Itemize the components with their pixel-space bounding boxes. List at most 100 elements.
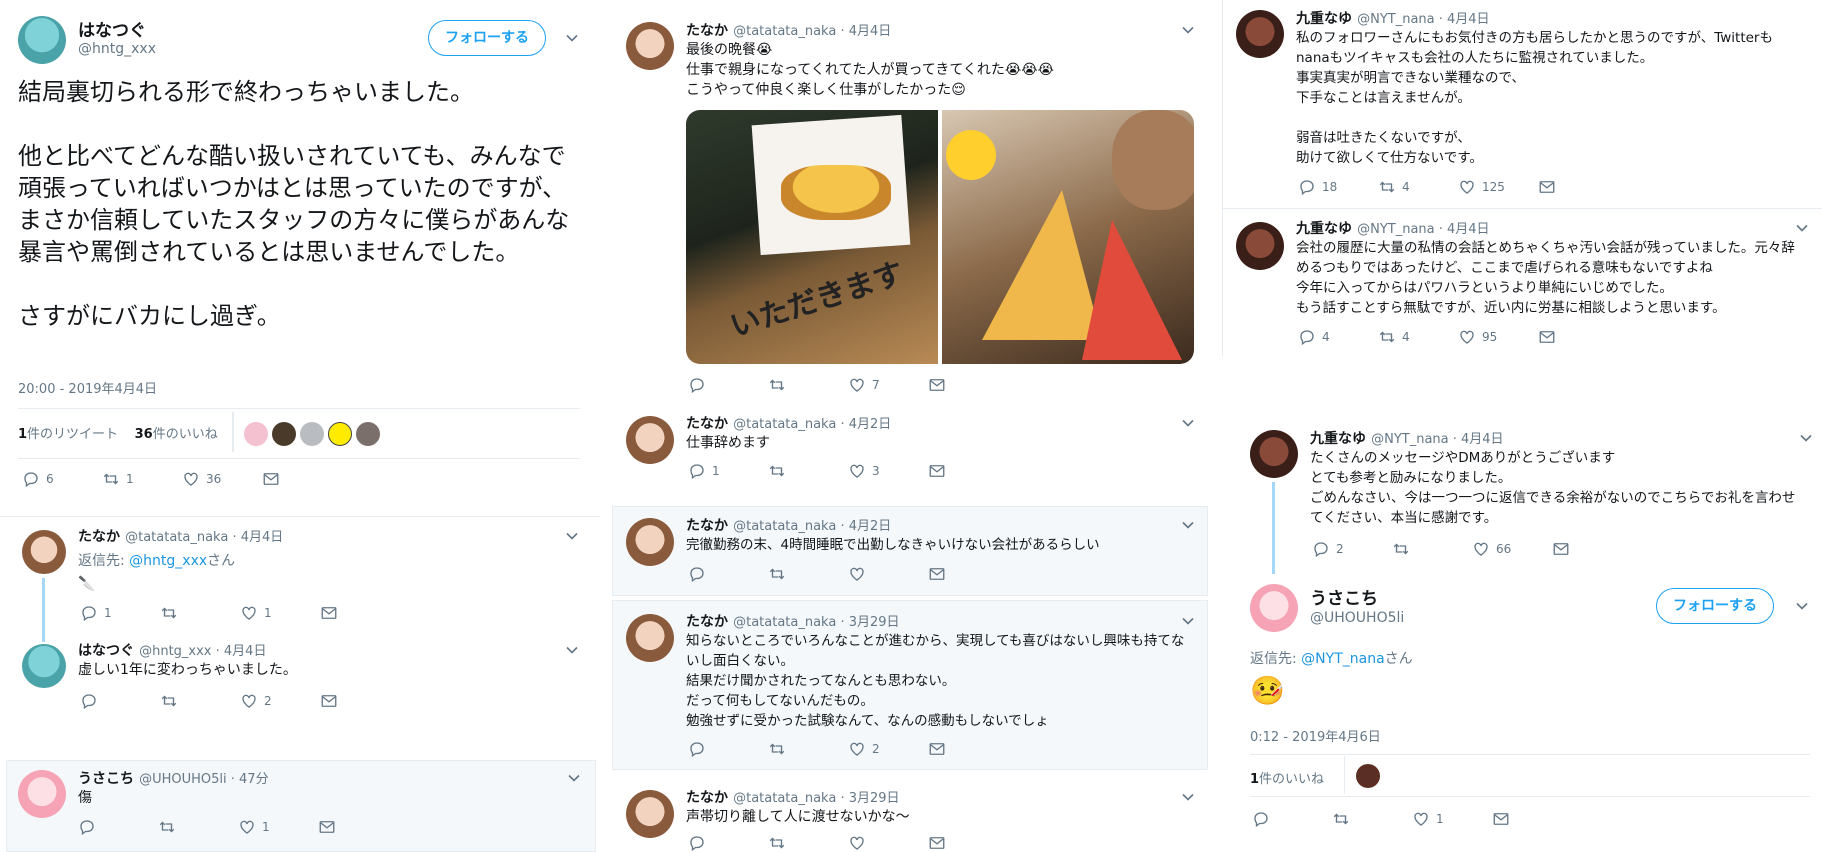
chevron-down-icon[interactable] bbox=[1178, 611, 1198, 631]
dm-button[interactable] bbox=[928, 376, 1008, 394]
chevron-down-icon[interactable] bbox=[1178, 515, 1198, 535]
retweet-button[interactable] bbox=[768, 565, 848, 583]
reply-button[interactable] bbox=[688, 740, 768, 758]
like-button[interactable]: 7 bbox=[848, 376, 928, 394]
author-meta[interactable]: @NYT_nana · 4月4日 bbox=[1357, 222, 1489, 237]
retweet-button[interactable] bbox=[160, 604, 240, 622]
author-meta[interactable]: @hntg_xxx · 4月4日 bbox=[139, 644, 266, 659]
chevron-down-icon[interactable] bbox=[564, 768, 584, 788]
chevron-down-icon[interactable] bbox=[1178, 787, 1198, 807]
avatar[interactable] bbox=[1236, 10, 1284, 58]
chevron-down-icon[interactable] bbox=[1178, 413, 1198, 433]
chevron-down-icon[interactable] bbox=[562, 28, 582, 48]
author-name[interactable]: 九重なゆ bbox=[1296, 11, 1352, 27]
dm-button[interactable] bbox=[928, 740, 1008, 758]
follow-button[interactable]: フォローする bbox=[428, 20, 546, 56]
retweet-button[interactable] bbox=[768, 834, 848, 852]
like-button[interactable]: 125 bbox=[1458, 178, 1538, 196]
avatar[interactable] bbox=[18, 16, 66, 64]
like-button[interactable]: 36 bbox=[182, 470, 262, 488]
retweet-stats[interactable]: 1件のリツイート 36件のいいね bbox=[18, 423, 218, 442]
avatar[interactable] bbox=[626, 614, 674, 662]
reply-button[interactable]: 4 bbox=[1298, 328, 1378, 346]
chevron-down-icon[interactable] bbox=[562, 526, 582, 546]
reply-to-link[interactable]: @hntg_xxx bbox=[129, 553, 207, 569]
reply-button[interactable]: 6 bbox=[22, 470, 102, 488]
author-meta[interactable]: @NYT_nana · 4月4日 bbox=[1357, 12, 1489, 27]
reply-button[interactable] bbox=[688, 834, 768, 852]
dm-button[interactable] bbox=[928, 834, 1008, 852]
reply-button[interactable] bbox=[78, 818, 158, 836]
reply-button[interactable] bbox=[688, 565, 768, 583]
chevron-down-icon[interactable] bbox=[562, 640, 582, 660]
avatar[interactable] bbox=[18, 770, 66, 818]
author-meta[interactable]: @tatatata_naka · 4月2日 bbox=[733, 417, 891, 432]
author-name[interactable]: はなつぐ bbox=[78, 643, 134, 659]
chevron-down-icon[interactable] bbox=[1792, 596, 1812, 616]
dm-button[interactable] bbox=[1492, 810, 1572, 828]
like-button[interactable] bbox=[848, 834, 928, 852]
retweet-button[interactable]: 1 bbox=[102, 470, 182, 488]
author-meta[interactable]: @tatatata_naka · 3月29日 bbox=[733, 791, 899, 806]
author-name[interactable]: たなか bbox=[686, 614, 728, 630]
retweet-button[interactable] bbox=[768, 376, 848, 394]
photo-right[interactable] bbox=[942, 110, 1194, 364]
dm-button[interactable] bbox=[1552, 540, 1632, 558]
like-button[interactable]: 1 bbox=[240, 604, 320, 622]
like-button[interactable]: 1 bbox=[238, 818, 318, 836]
dm-button[interactable] bbox=[1538, 328, 1618, 346]
chevron-down-icon[interactable] bbox=[1178, 20, 1198, 40]
avatar[interactable] bbox=[244, 422, 268, 446]
reply-button[interactable]: 1 bbox=[80, 604, 160, 622]
photo-left[interactable]: いただきます bbox=[686, 110, 938, 364]
author-name[interactable]: たなか bbox=[686, 416, 728, 432]
author-meta[interactable]: @NYT_nana · 4月4日 bbox=[1371, 432, 1503, 447]
like-button[interactable]: 3 bbox=[848, 462, 928, 480]
avatar[interactable] bbox=[626, 518, 674, 566]
author-meta[interactable]: @tatatata_naka · 4月2日 bbox=[733, 519, 891, 534]
author-name[interactable]: 九重なゆ bbox=[1296, 221, 1352, 237]
dm-button[interactable] bbox=[320, 692, 400, 710]
dm-button[interactable] bbox=[928, 565, 1008, 583]
author-name[interactable]: うさこち bbox=[78, 771, 134, 787]
author-name[interactable]: うさこち bbox=[1310, 584, 1378, 609]
avatar[interactable] bbox=[328, 422, 352, 446]
author-meta[interactable]: @tatatata_naka · 4月4日 bbox=[125, 530, 283, 545]
dm-button[interactable] bbox=[262, 470, 342, 488]
reply-button[interactable]: 18 bbox=[1298, 178, 1378, 196]
author-name[interactable]: たなか bbox=[686, 790, 728, 806]
follow-button[interactable]: フォローする bbox=[1656, 588, 1774, 624]
reply-to-link[interactable]: @NYT_nana bbox=[1301, 651, 1384, 667]
retweet-button[interactable] bbox=[1332, 810, 1412, 828]
avatar[interactable] bbox=[300, 422, 324, 446]
reply-button[interactable] bbox=[80, 692, 160, 710]
like-button[interactable]: 66 bbox=[1472, 540, 1552, 558]
avatar[interactable] bbox=[626, 22, 674, 70]
author-name[interactable]: 九重なゆ bbox=[1310, 431, 1366, 447]
author-meta[interactable]: @UHOUHO5li · 47分 bbox=[139, 772, 268, 787]
retweet-button[interactable] bbox=[158, 818, 238, 836]
retweet-button[interactable] bbox=[768, 740, 848, 758]
retweet-button[interactable]: 4 bbox=[1378, 328, 1458, 346]
avatar[interactable] bbox=[1236, 222, 1284, 270]
avatar[interactable] bbox=[626, 790, 674, 838]
author-name[interactable]: たなか bbox=[686, 23, 728, 39]
reply-button[interactable]: 1 bbox=[688, 462, 768, 480]
retweet-button[interactable] bbox=[1392, 540, 1472, 558]
tweet-timestamp[interactable]: 20:00 - 2019年4月4日 bbox=[18, 378, 157, 397]
like-button[interactable]: 2 bbox=[240, 692, 320, 710]
retweet-button[interactable]: 4 bbox=[1378, 178, 1458, 196]
retweet-button[interactable] bbox=[768, 462, 848, 480]
avatar[interactable] bbox=[356, 422, 380, 446]
author-name[interactable]: たなか bbox=[686, 518, 728, 534]
avatar[interactable] bbox=[272, 422, 296, 446]
like-button[interactable]: 2 bbox=[848, 740, 928, 758]
dm-button[interactable] bbox=[318, 818, 398, 836]
dm-button[interactable] bbox=[1538, 178, 1618, 196]
avatar[interactable] bbox=[1250, 584, 1298, 632]
avatar[interactable] bbox=[626, 416, 674, 464]
avatar[interactable] bbox=[1356, 764, 1380, 788]
like-button[interactable]: 95 bbox=[1458, 328, 1538, 346]
avatar[interactable] bbox=[22, 644, 66, 688]
like-stats[interactable]: 1件のいいね bbox=[1250, 768, 1324, 787]
